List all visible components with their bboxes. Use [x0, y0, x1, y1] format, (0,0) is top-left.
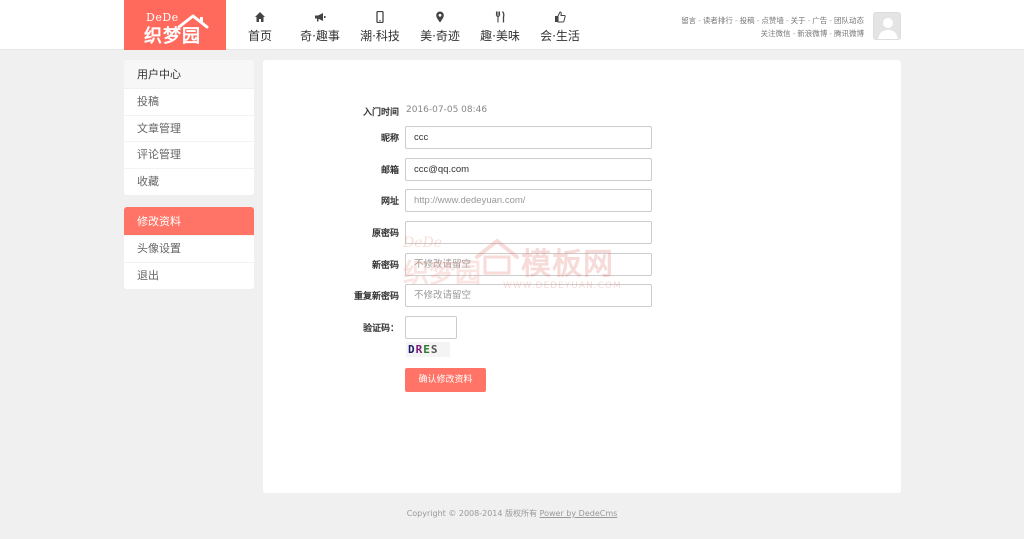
nickname-input[interactable]: ccc	[405, 126, 652, 149]
email-input[interactable]: ccc@qq.com	[405, 158, 652, 181]
main-nav: 首页 奇·趣事 潮·科技 美·奇迹 趣·美味 会·生活	[230, 0, 590, 50]
footer-powered-link[interactable]: Power by DedeCms	[540, 509, 618, 518]
separator: -	[698, 16, 701, 25]
nav-item-food[interactable]: 趣·美味	[470, 0, 530, 50]
nav-label: 奇·趣事	[300, 29, 340, 43]
new-password-label: 新密码	[371, 261, 399, 271]
nickname-label: 昵称	[380, 134, 399, 144]
nav-item-beauty[interactable]: 美·奇迹	[410, 0, 470, 50]
captcha-row: 验证码：	[263, 316, 901, 340]
new-password-input[interactable]: 不修改请留空	[405, 253, 652, 276]
nav-label: 趣·美味	[480, 29, 520, 43]
user-silhouette-icon	[878, 18, 898, 39]
separator: -	[829, 29, 832, 38]
confirm-password-input[interactable]: 不修改请留空	[405, 284, 652, 307]
sidebar-item-logout[interactable]: 退出	[124, 263, 254, 290]
toplink[interactable]: 广告	[812, 16, 827, 25]
megaphone-icon	[290, 11, 350, 24]
home-icon	[230, 11, 290, 24]
url-label: 网址	[380, 197, 399, 207]
old-password-input[interactable]	[405, 221, 652, 244]
top-links-row-2: 关注微信 - 新浪微博 - 腾讯微博	[681, 27, 864, 40]
toplink[interactable]: 点赞墙	[761, 16, 784, 25]
old-password-row: 原密码	[263, 221, 901, 245]
sidebar-user-center: 用户中心 投稿 文章管理 评论管理 收藏	[124, 60, 254, 195]
url-input[interactable]: http://www.dedeyuan.com/	[405, 189, 652, 212]
toplink[interactable]: 关注微信	[761, 29, 791, 38]
join-time-value: 2016-07-05 08:46	[406, 105, 488, 115]
thumbs-up-icon	[530, 11, 590, 24]
mobile-icon	[350, 10, 410, 24]
toplink[interactable]: 腾讯微博	[834, 29, 864, 38]
join-time-label: 入门时间	[362, 108, 399, 118]
sidebar-item-edit-profile[interactable]: 修改资料	[124, 207, 254, 236]
email-label: 邮箱	[380, 166, 399, 176]
nav-item-fun[interactable]: 奇·趣事	[290, 0, 350, 50]
nav-item-tech[interactable]: 潮·科技	[350, 0, 410, 50]
toplink[interactable]: 读者排行	[703, 16, 733, 25]
toplink[interactable]: 新浪微博	[797, 29, 827, 38]
captcha-label: 验证码：	[362, 324, 399, 334]
toplink[interactable]: 团队动态	[834, 16, 864, 25]
toplink[interactable]: 投稿	[740, 16, 755, 25]
footer: Copyright © 2008-2014 版权所有 Power by Dede…	[0, 508, 1024, 519]
nav-label: 首页	[247, 29, 272, 43]
nav-label: 潮·科技	[360, 29, 400, 43]
separator: -	[785, 16, 789, 25]
site-logo[interactable]: DeDe 织梦园	[124, 0, 226, 50]
captcha-char: D	[408, 343, 416, 356]
sidebar-item-avatar-settings[interactable]: 头像设置	[124, 236, 254, 263]
sidebar-title: 用户中心	[124, 60, 254, 89]
nav-item-home[interactable]: 首页	[230, 0, 290, 50]
confirm-password-label: 重复新密码	[353, 292, 399, 302]
logo-house-icon	[177, 14, 209, 29]
nav-label: 美·奇迹	[420, 29, 460, 43]
email-row: 邮箱 ccc@qq.com	[263, 158, 901, 182]
separator: -	[829, 16, 832, 25]
toplink[interactable]: 留言	[681, 16, 696, 25]
sidebar-item-submit[interactable]: 投稿	[124, 89, 254, 116]
submit-button[interactable]: 确认修改资料	[405, 368, 486, 392]
captcha-char: S	[430, 343, 439, 356]
captcha-input[interactable]	[405, 316, 457, 339]
old-password-label: 原密码	[371, 229, 399, 239]
captcha-char: E	[423, 343, 431, 356]
footer-copyright: Copyright © 2008-2014 版权所有	[406, 509, 540, 518]
sidebar-account: 修改资料 头像设置 退出	[124, 207, 254, 289]
top-links: 留言 - 读者排行 - 投稿 - 点赞墙 - 关于 - 广告 - 团队动态 关注微信 - 新浪微博 - 腾讯微博	[681, 14, 864, 40]
join-time-row: 入门时间 2016-07-05 08:46	[263, 100, 901, 124]
top-bar: DeDe 织梦园 首页 奇·趣事 潮·科技 美·奇迹 趣·美味 会·生活 留言 …	[0, 0, 1024, 50]
user-avatar[interactable]	[873, 12, 901, 40]
sidebar-item-favorites[interactable]: 收藏	[124, 169, 254, 196]
location-pin-icon	[410, 11, 470, 24]
nav-label: 会·生活	[540, 29, 580, 43]
utensils-icon	[470, 11, 530, 24]
toplink[interactable]: 关于	[791, 16, 806, 25]
captcha-image[interactable]: DRES	[406, 342, 450, 357]
confirm-password-row: 重复新密码 不修改请留空	[263, 284, 901, 308]
nickname-row: 昵称 ccc	[263, 126, 901, 150]
profile-form-panel: 入门时间 2016-07-05 08:46 昵称 ccc 邮箱 ccc@qq.c…	[263, 60, 901, 493]
separator: -	[734, 16, 738, 25]
new-password-row: 新密码 不修改请留空	[263, 253, 901, 277]
url-row: 网址 http://www.dedeyuan.com/	[263, 189, 901, 213]
sidebar-item-articles[interactable]: 文章管理	[124, 116, 254, 142]
top-links-row-1: 留言 - 读者排行 - 投稿 - 点赞墙 - 关于 - 广告 - 团队动态	[681, 14, 864, 27]
nav-item-life[interactable]: 会·生活	[530, 0, 590, 50]
sidebar-item-comments[interactable]: 评论管理	[124, 142, 254, 169]
